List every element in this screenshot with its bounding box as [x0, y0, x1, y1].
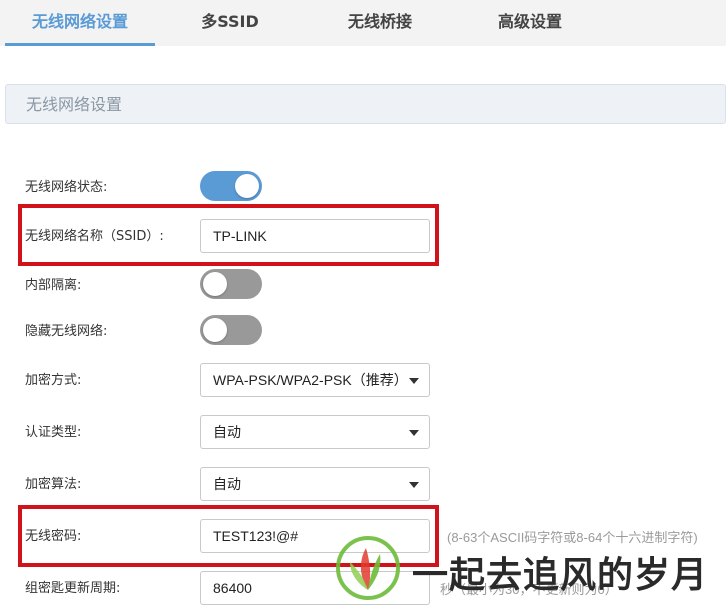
password-hint: (8-63个ASCII码字符或8-64个十六进制字符): [447, 530, 698, 545]
leaf-logo-icon: [336, 536, 400, 600]
hide-ssid-toggle[interactable]: [200, 315, 262, 345]
section-title: 无线网络设置: [26, 95, 123, 114]
encryption-value: WPA-PSK/WPA2-PSK（推荐）: [213, 372, 399, 388]
auth-type-value: 自动: [213, 424, 241, 440]
encryption-select[interactable]: WPA-PSK/WPA2-PSK（推荐）: [200, 363, 430, 397]
chevron-down-icon: [409, 378, 419, 384]
wireless-status-toggle[interactable]: [200, 171, 262, 201]
tab-bar: 无线网络设置 多SSID 无线桥接 高级设置: [0, 0, 726, 46]
algorithm-value: 自动: [213, 476, 241, 492]
tab-advanced-settings[interactable]: 高级设置: [470, 0, 590, 46]
toggle-knob: [203, 272, 227, 296]
isolation-toggle[interactable]: [200, 269, 262, 299]
section-header: 无线网络设置: [5, 84, 726, 124]
encryption-label: 加密方式:: [25, 373, 82, 388]
auth-type-label: 认证类型:: [25, 425, 82, 440]
auth-type-select[interactable]: 自动: [200, 415, 430, 449]
watermark-text: 一起去追风的岁月: [412, 555, 709, 596]
tab-wireless-bridge[interactable]: 无线桥接: [320, 0, 440, 46]
wireless-status-label: 无线网络状态:: [25, 180, 108, 195]
chevron-down-icon: [409, 430, 419, 436]
tab-multi-ssid[interactable]: 多SSID: [170, 0, 290, 46]
toggle-knob: [235, 174, 259, 198]
tab-wireless-settings[interactable]: 无线网络设置: [5, 0, 155, 46]
chevron-down-icon: [409, 482, 419, 488]
rekey-label: 组密匙更新周期:: [25, 581, 121, 596]
algorithm-select[interactable]: 自动: [200, 467, 430, 501]
algorithm-label: 加密算法:: [25, 477, 82, 492]
toggle-knob: [203, 318, 227, 342]
isolation-label: 内部隔离:: [25, 278, 82, 293]
hide-ssid-label: 隐藏无线网络:: [25, 324, 108, 339]
ssid-highlight-box: [18, 204, 439, 266]
